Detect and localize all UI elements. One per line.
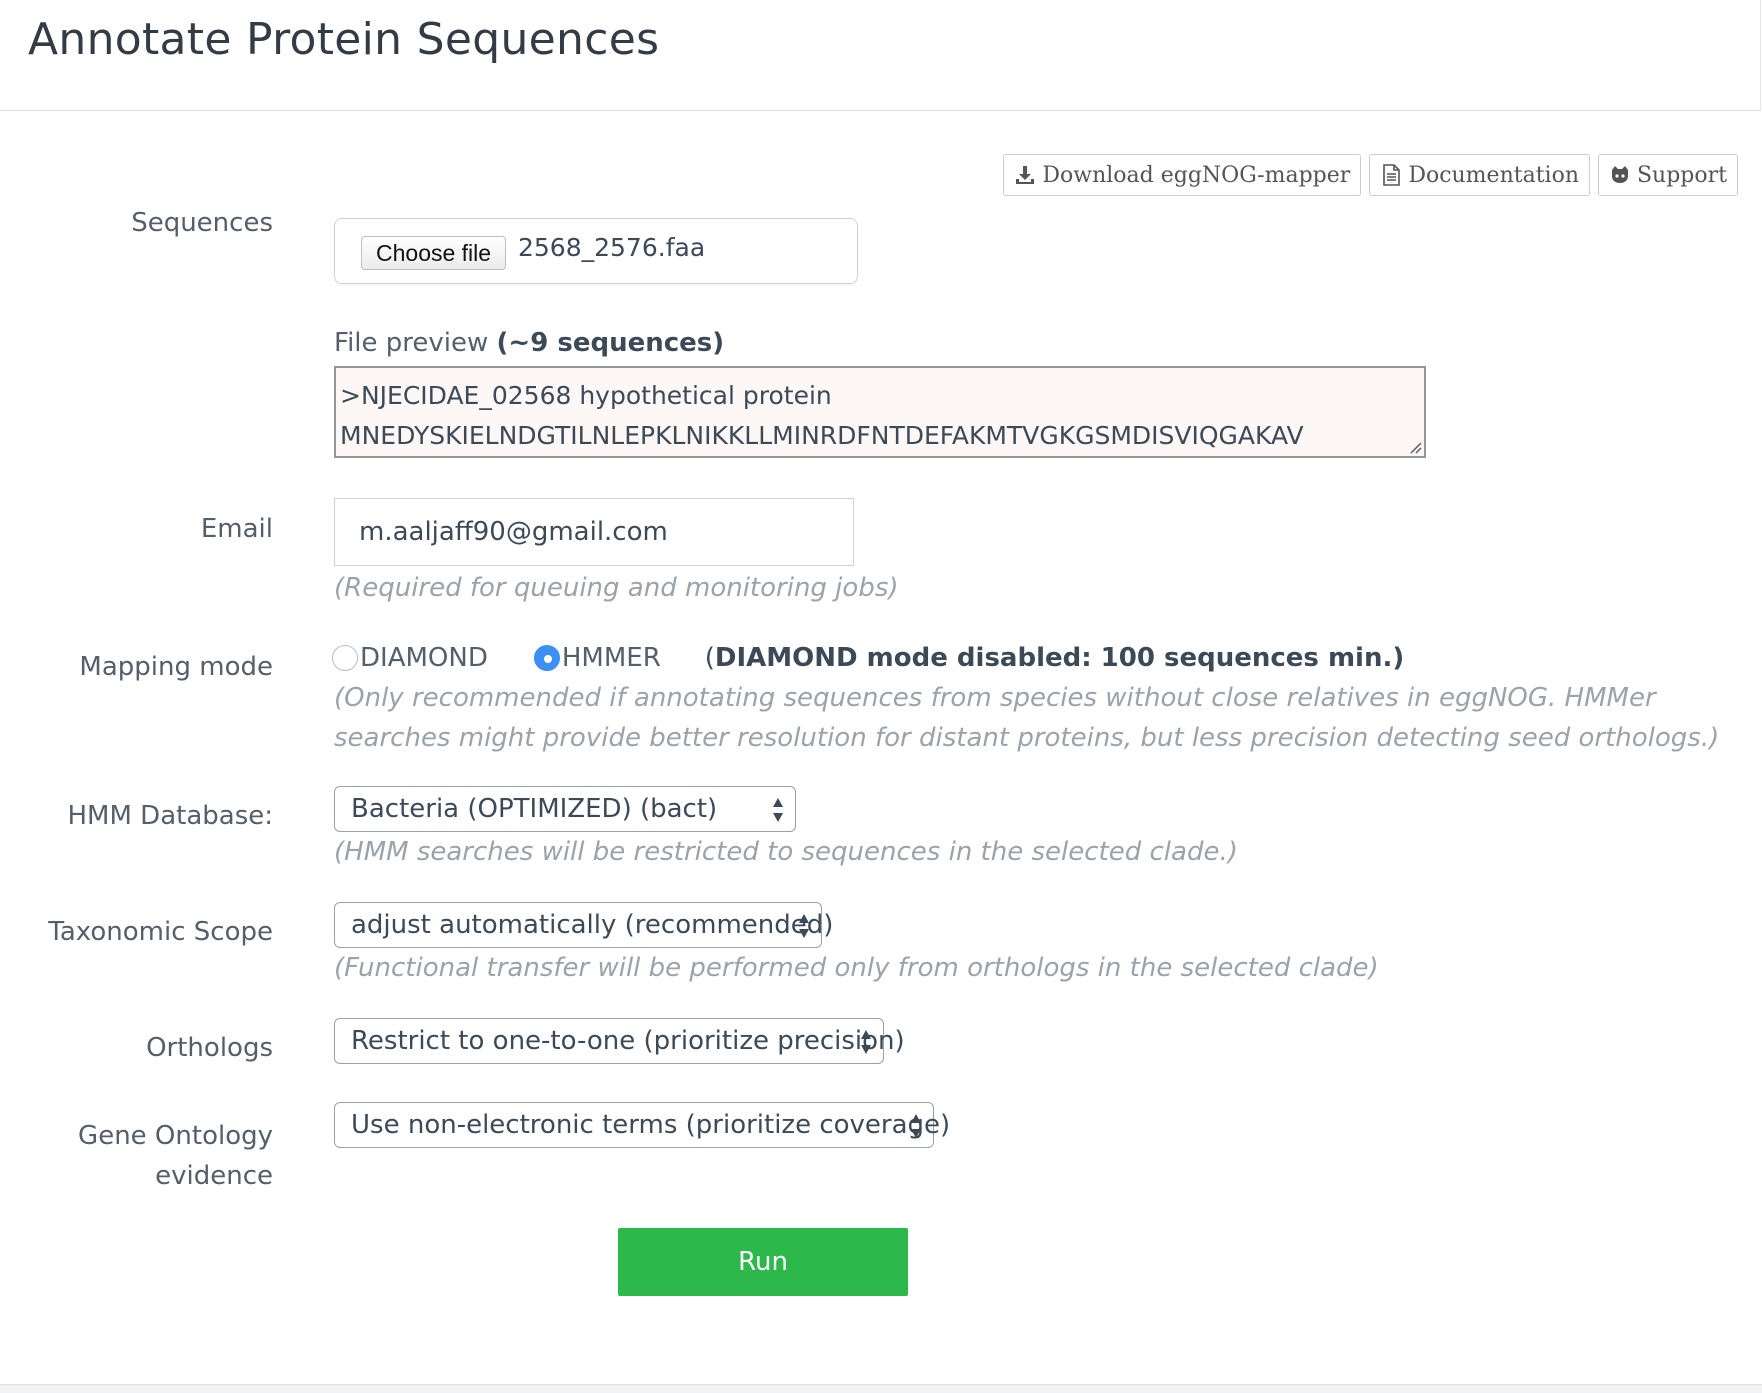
page-header: Annotate Protein Sequences [0, 0, 1761, 111]
go-evidence-value: Use non-electronic terms (prioritize cov… [351, 1110, 951, 1140]
go-evidence-label-line1: Gene Ontology [78, 1121, 273, 1151]
mapping-mode-hint: (Only recommended if annotating sequence… [334, 683, 1720, 753]
radio-diamond[interactable]: DIAMOND [332, 643, 488, 673]
email-label: Email [200, 514, 273, 544]
radio-hmmer-label: HMMER [561, 643, 661, 673]
support-label: Support [1636, 162, 1727, 188]
go-evidence-label-line2: evidence [155, 1161, 273, 1191]
taxonomic-scope-label: Taxonomic Scope [48, 917, 273, 947]
file-preview-caption: File preview (~9 sequences) [334, 328, 724, 358]
select-arrows-icon [911, 1114, 921, 1138]
hmm-database-value: Bacteria (OPTIMIZED) (bact) [351, 794, 718, 824]
top-toolbar: Download eggNOG-mapper Documentation Sup… [1003, 154, 1738, 196]
hmm-database-hint: (HMM searches will be restricted to sequ… [334, 837, 1238, 867]
radio-hmmer[interactable]: HMMER [533, 643, 661, 673]
radio-diamond-button[interactable] [332, 645, 358, 671]
radio-hmmer-button[interactable] [533, 645, 560, 671]
page-title: Annotate Protein Sequences [28, 14, 660, 65]
select-arrows-icon [773, 798, 783, 822]
file-input[interactable]: Choose file 2568_2576.faa [334, 218, 858, 284]
preview-line: >NJECIDAE_02568 hypothetical protein [340, 381, 832, 410]
documentation-label: Documentation [1408, 162, 1579, 188]
sequence-count: (~9 sequences) [496, 328, 725, 358]
support-button[interactable]: Support [1597, 154, 1738, 196]
email-field[interactable]: m.aaljaff90@gmail.com [334, 498, 854, 566]
mapping-mode-options: DIAMOND HMMER (DIAMOND mode disabled: 10… [332, 638, 1404, 678]
file-preview-caption-text: File preview [334, 328, 497, 358]
diamond-disabled-note: (DIAMOND mode disabled: 100 sequences mi… [705, 643, 1404, 673]
diamond-disabled-note-text: DIAMOND mode disabled: 100 sequences min… [714, 643, 1405, 673]
taxonomic-scope-select[interactable]: adjust automatically (recommended) [334, 902, 833, 948]
document-icon [1383, 164, 1401, 186]
sequences-label: Sequences [131, 208, 273, 238]
documentation-button[interactable]: Documentation [1369, 154, 1590, 196]
preview-line: MNEDYSKIELNDGTILNLEPKLNIKKLLMINRDFNTDEFA… [340, 421, 1304, 450]
radio-diamond-label: DIAMOND [360, 643, 488, 673]
go-evidence-label: Gene Ontology evidence [78, 1116, 273, 1196]
mapping-mode-label: Mapping mode [79, 652, 273, 682]
go-evidence-select[interactable]: Use non-electronic terms (prioritize cov… [334, 1102, 950, 1148]
orthologs-select[interactable]: Restrict to one-to-one (prioritize preci… [334, 1018, 905, 1064]
taxonomic-scope-hint: (Functional transfer will be performed o… [334, 953, 1379, 983]
download-button[interactable]: Download eggNOG-mapper [1003, 154, 1362, 196]
orthologs-value: Restrict to one-to-one (prioritize preci… [351, 1026, 905, 1056]
diamond-disabled-note-paren: ( [704, 643, 715, 673]
file-preview-textarea[interactable]: >NJECIDAE_02568 hypothetical protein MNE… [334, 366, 1426, 458]
hmm-database-select[interactable]: Bacteria (OPTIMIZED) (bact) [334, 786, 796, 832]
resize-grip-icon[interactable] [1408, 440, 1422, 454]
download-label: Download eggNOG-mapper [1042, 162, 1351, 188]
hmm-database-label: HMM Database: [67, 801, 274, 831]
select-arrows-icon [799, 914, 809, 938]
orthologs-label: Orthologs [146, 1033, 273, 1063]
github-icon [1611, 166, 1628, 183]
select-arrows-icon [861, 1030, 871, 1054]
download-icon [1016, 166, 1035, 184]
email-hint: (Required for queuing and monitoring job… [334, 573, 899, 603]
choose-file-button[interactable]: Choose file [361, 236, 507, 270]
selected-file-name: 2568_2576.faa [518, 233, 706, 262]
run-button[interactable]: Run [618, 1228, 908, 1296]
taxonomic-scope-value: adjust automatically (recommended) [351, 910, 834, 940]
